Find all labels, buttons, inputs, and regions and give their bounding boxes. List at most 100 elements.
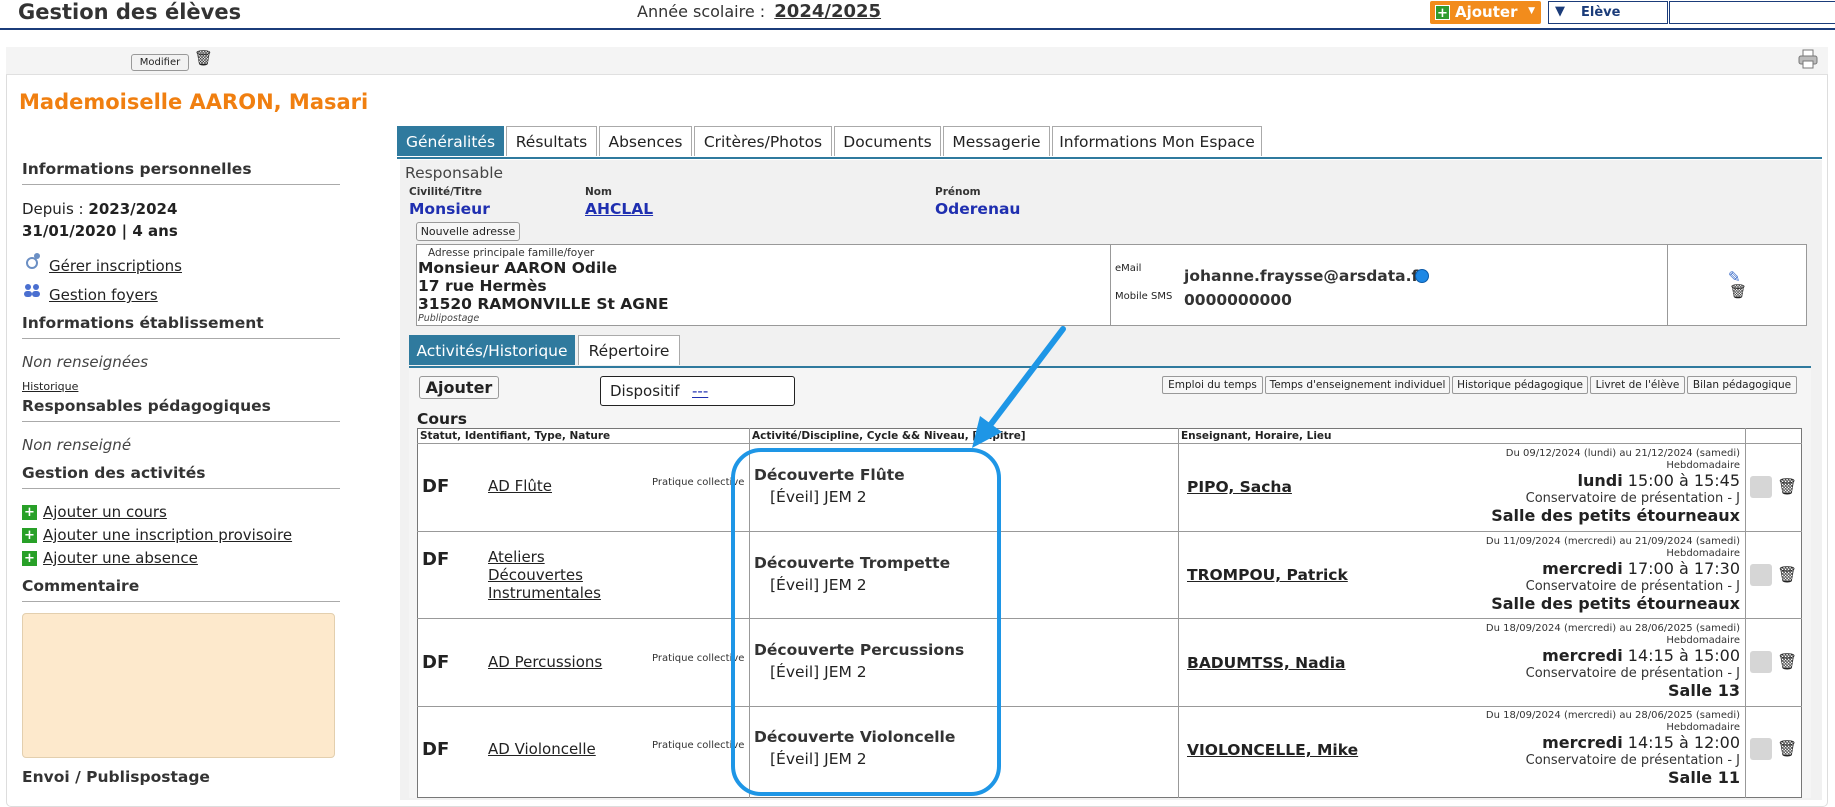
nom-value[interactable]: AHCLAL [585,200,653,218]
nom-label: Nom [585,186,612,198]
individual-teaching-button[interactable]: Temps d'enseignement individuel [1265,376,1450,394]
schedule-block: Du 09/12/2024 (lundi) au 21/12/2024 (sam… [1190,448,1740,530]
tab-repertoire[interactable]: Répertoire [578,335,680,365]
schedule-period: Du 18/09/2024 (mercredi) au 28/06/2025 (… [1485,710,1740,721]
col-header-status: Statut, Identifiant, Type, Nature [420,430,611,442]
perso-info-title: Informations personnelles [22,160,340,185]
history-link[interactable]: Historique [22,380,78,393]
dispositif-value[interactable]: --- [692,382,708,400]
schedule-day: mercredi [1542,559,1623,578]
add-absence-label: Ajouter une absence [43,549,198,567]
trash-icon[interactable]: 🗑 [1777,652,1797,671]
add-dropdown-button[interactable]: + Ajouter ▼ [1430,1,1541,24]
row-status: DF [422,739,450,760]
col-header-teacher: Enseignant, Horaire, Lieu [1181,430,1332,442]
schedule-hours: 14:15 à 15:00 [1627,646,1740,665]
responsable-section-label: Responsable [405,164,504,182]
triangle-down-icon: ▼ [1555,4,1565,19]
course-link[interactable]: Ateliers Découvertes Instrumentales [488,548,618,602]
trash-icon[interactable]: 🗑 [194,49,213,67]
dispositif-field[interactable]: Dispositif --- [600,376,795,406]
trash-icon[interactable]: 🗑 [1777,739,1797,758]
prenom-value: Oderenau [935,200,1021,218]
schedule-frequency: Hebdomadaire [1666,635,1740,646]
tab-absences[interactable]: Absences [599,126,692,156]
divider [1110,244,1111,326]
edit-icon[interactable] [1750,476,1772,498]
edit-icon[interactable] [1750,564,1772,586]
add-course-link[interactable]: + Ajouter un cours [22,503,167,521]
trash-icon[interactable]: 🗑 [1777,477,1797,496]
tab-generalites[interactable]: Généralités [397,126,504,156]
school-year-value[interactable]: 2024/2025 [774,1,881,22]
course-link[interactable]: AD Violoncelle [488,740,596,758]
schedule-day: mercredi [1542,646,1623,665]
entity-select[interactable]: ▼ Elève [1548,1,1668,24]
col-divider [1745,428,1746,798]
schedule-block: Du 18/09/2024 (mercredi) au 28/06/2025 (… [1190,710,1740,792]
schedule-frequency: Hebdomadaire [1666,460,1740,471]
add-activity-button[interactable]: Ajouter [419,376,499,399]
course-link[interactable]: AD Percussions [488,653,602,671]
modify-button[interactable]: Modifier [131,54,189,71]
add-absence-link[interactable]: + Ajouter une absence [22,549,198,567]
trash-icon[interactable]: 🗑 [1729,284,1747,300]
status-dot-icon [1415,269,1429,283]
schedule-period: Du 09/12/2024 (lundi) au 21/12/2024 (sam… [1505,448,1740,459]
schedule-room: Salle 13 [1668,681,1740,700]
edit-icon[interactable] [1750,738,1772,760]
schedule-time: mercredi 17:00 à 17:30 [1542,559,1740,578]
edit-icon[interactable] [1750,651,1772,673]
schedule-period: Du 18/09/2024 (mercredi) au 28/06/2025 (… [1485,623,1740,634]
schedule-room: Salle des petits étourneaux [1491,594,1740,613]
schedule-frequency: Hebdomadaire [1666,722,1740,733]
printer-icon[interactable] [1798,49,1818,69]
row-divider [417,706,1802,707]
add-provisional-label: Ajouter une inscription provisoire [43,526,293,544]
tab-activites-historique[interactable]: Activités/Historique [409,335,575,365]
row-divider [417,618,1802,619]
address-line-2: 17 rue Hermès [418,277,547,295]
ped-history-button[interactable]: Historique pédagogique [1452,376,1588,394]
caret-down-icon: ▼ [1528,6,1535,16]
course-link[interactable]: AD Flûte [488,477,552,495]
address-label: Adresse principale famille/foyer [428,247,595,259]
tab-documents[interactable]: Documents [834,126,941,156]
search-input[interactable] [1669,1,1835,24]
row-status: DF [422,652,450,673]
divider [1667,244,1668,326]
plus-icon: + [22,505,37,520]
row-status: DF [422,476,450,497]
student-booklet-button[interactable]: Livret de l'élève [1590,376,1685,394]
schedule-period: Du 11/09/2024 (mercredi) au 21/09/2024 (… [1485,536,1740,547]
schedule-time: mercredi 14:15 à 15:00 [1542,646,1740,665]
new-address-button[interactable]: Nouvelle adresse [416,222,520,241]
schedule-room: Salle des petits étourneaux [1491,506,1740,525]
prenom-label: Prénom [935,186,981,198]
gear-people-icon [22,252,42,272]
etab-info-title: Informations établissement [22,314,340,339]
trash-icon[interactable]: 🗑 [1777,565,1797,584]
tab-mon-espace[interactable]: Informations Mon Espace [1052,126,1262,156]
ped-report-button[interactable]: Bilan pédagogique [1687,376,1797,394]
tabs-underline [397,157,1822,159]
schedule-day: lundi [1577,471,1623,490]
schedule-time: mercredi 14:15 à 12:00 [1542,733,1740,752]
plus-icon: + [22,528,37,543]
tab-resultats[interactable]: Résultats [506,126,597,156]
schedule-button[interactable]: Emploi du temps [1162,376,1263,394]
highlight-annotation [731,448,1001,796]
comment-textarea[interactable] [22,613,335,758]
address-line-1: Monsieur AARON Odile [418,259,618,277]
tab-criteres-photos[interactable]: Critères/Photos [694,126,832,156]
email-value[interactable]: johanne.fraysse@arsdata.fr [1184,267,1426,285]
tab-messagerie[interactable]: Messagerie [943,126,1050,156]
etab-info-value: Non renseignées [22,353,149,371]
add-course-label: Ajouter un cours [43,503,167,521]
households-icon [22,282,42,298]
manage-households-link[interactable]: Gestion foyers [49,286,158,304]
add-provisional-link[interactable]: + Ajouter une inscription provisoire [22,526,292,544]
dispositif-label: Dispositif [610,382,680,400]
manage-enrollments-link[interactable]: Gérer inscriptions [49,257,182,275]
add-button-label: Ajouter [1455,3,1518,21]
